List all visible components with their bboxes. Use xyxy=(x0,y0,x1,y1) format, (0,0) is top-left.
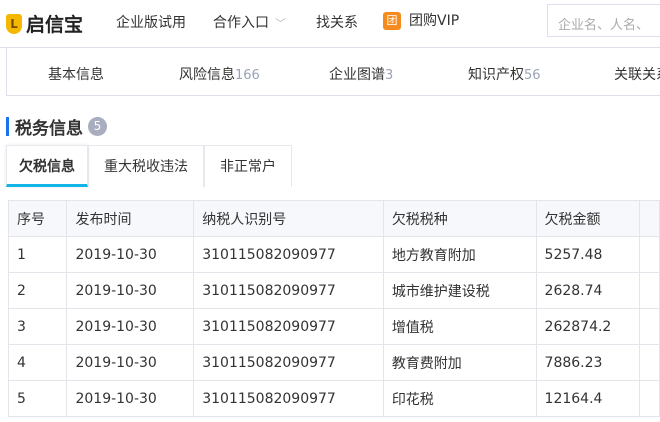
count-badge: 5 xyxy=(88,117,107,136)
table-cell: 7886.23 xyxy=(535,344,641,381)
label: 基本信息 xyxy=(48,67,104,83)
nav-vip[interactable]: 团团购VIP xyxy=(383,10,459,30)
table-cell: 印花税 xyxy=(382,380,537,417)
table-cell: 城市维护建设税 xyxy=(382,272,537,309)
table-cell: 310115082090977 xyxy=(193,272,384,309)
group-buy-icon: 团 xyxy=(383,12,401,30)
table-cell xyxy=(639,308,660,345)
subnav-risk[interactable]: 风险信息166 xyxy=(179,64,260,84)
tab-tax-arrears[interactable]: 欠税信息 xyxy=(6,145,88,187)
nav-vip-label: 团购VIP xyxy=(409,13,460,29)
col-date: 发布时间 xyxy=(66,200,195,237)
shield-logo-icon: ᒪ xyxy=(6,13,22,34)
col-index: 序号 xyxy=(7,200,68,237)
col-extra xyxy=(639,200,660,237)
table-cell: 310115082090977 xyxy=(193,308,384,345)
subnav-graph[interactable]: 企业图谱3 xyxy=(329,64,393,84)
table-cell xyxy=(639,272,660,309)
table-row: 1 2019-10-30 310115082090977 地方教育附加 5257.48 xyxy=(7,236,660,273)
nav-cooperation-label: 合作入口 xyxy=(213,15,269,31)
table-cell xyxy=(639,344,660,381)
label: 企业图谱 xyxy=(329,67,385,83)
logo-text: 启信宝 xyxy=(26,14,84,36)
table-cell: 3 xyxy=(7,308,68,345)
table-cell: 2019-10-30 xyxy=(66,380,195,417)
table-cell: 310115082090977 xyxy=(193,380,384,417)
table-cell xyxy=(639,236,660,273)
nav-trial[interactable]: 企业版试用 xyxy=(116,12,186,32)
table-cell: 2628.74 xyxy=(535,272,641,309)
tab-abnormal[interactable]: 非正常户 xyxy=(204,145,292,187)
search-input[interactable]: 企业名、人名、 xyxy=(547,4,660,37)
table-cell: 262874.2 xyxy=(535,308,641,345)
chevron-down-icon: ﹀ xyxy=(275,17,286,30)
logo[interactable]: ᒪ 启信宝 xyxy=(6,10,83,37)
table-cell: 2019-10-30 xyxy=(66,308,195,345)
table-cell: 1 xyxy=(7,236,68,273)
tab-major-violations[interactable]: 重大税收违法 xyxy=(88,145,204,187)
label: 关联关系 xyxy=(614,67,660,83)
table-cell: 5 xyxy=(7,380,68,417)
subnav-ip[interactable]: 知识产权56 xyxy=(468,64,541,84)
table-cell: 2019-10-30 xyxy=(66,272,195,309)
sub-nav: 基本信息 风险信息166 企业图谱3 知识产权56 关联关系 xyxy=(6,48,660,96)
table-cell xyxy=(639,380,660,417)
section-header: 税务信息 5 xyxy=(6,114,107,139)
subnav-basic[interactable]: 基本信息 xyxy=(48,64,104,84)
table-cell: 2019-10-30 xyxy=(66,344,195,381)
count: 56 xyxy=(524,68,541,83)
table-cell: 2019-10-30 xyxy=(66,236,195,273)
top-bar: ᒪ 启信宝 企业版试用 合作入口 ﹀ 找关系 团团购VIP 企业名、人名、 xyxy=(0,0,660,48)
col-amount: 欠税金额 xyxy=(535,200,641,237)
col-taxpayer-id: 纳税人识别号 xyxy=(193,200,384,237)
table-cell: 地方教育附加 xyxy=(382,236,537,273)
table-cell: 310115082090977 xyxy=(193,344,384,381)
table-row: 3 2019-10-30 310115082090977 增值税 262874.2 xyxy=(7,308,660,345)
label: 知识产权 xyxy=(468,67,524,83)
table-row: 2 2019-10-30 310115082090977 城市维护建设税 2628.74 xyxy=(7,272,660,309)
tabs: 欠税信息 重大税收违法 非正常户 xyxy=(6,145,292,187)
count: 3 xyxy=(385,68,394,83)
count: 166 xyxy=(235,68,260,83)
table-row: 5 2019-10-30 310115082090977 印花税 12164.4 xyxy=(7,380,660,417)
table-cell: 310115082090977 xyxy=(193,236,384,273)
subnav-relations[interactable]: 关联关系 xyxy=(614,64,660,84)
col-tax-type: 欠税税种 xyxy=(382,200,537,237)
tax-table: 序号 发布时间 纳税人识别号 欠税税种 欠税金额 1 2019-10-30 3101… xyxy=(7,200,660,417)
table-cell: 2 xyxy=(7,272,68,309)
table-cell: 教育费附加 xyxy=(382,344,537,381)
label: 风险信息 xyxy=(179,67,235,83)
section-title: 税务信息 xyxy=(15,119,83,139)
nav-relations[interactable]: 找关系 xyxy=(316,12,358,32)
section-accent-bar xyxy=(6,117,9,136)
table-cell: 增值税 xyxy=(382,308,537,345)
table-cell: 4 xyxy=(7,344,68,381)
nav-cooperation[interactable]: 合作入口 ﹀ xyxy=(213,12,286,32)
table-cell: 12164.4 xyxy=(535,380,641,417)
table-header: 序号 发布时间 纳税人识别号 欠税税种 欠税金额 xyxy=(7,200,660,237)
table-cell: 5257.48 xyxy=(535,236,641,273)
table-row: 4 2019-10-30 310115082090977 教育费附加 7886.23 xyxy=(7,344,660,381)
